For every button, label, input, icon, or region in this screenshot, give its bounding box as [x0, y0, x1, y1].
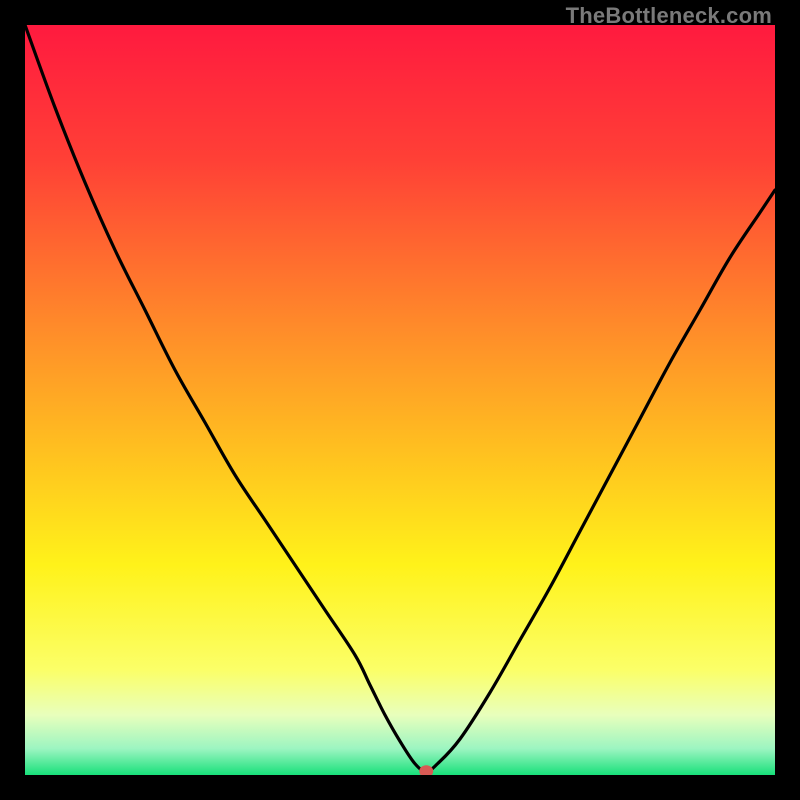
plot-area — [25, 25, 775, 775]
gradient-background — [25, 25, 775, 775]
chart-frame: TheBottleneck.com — [0, 0, 800, 800]
chart-svg — [25, 25, 775, 775]
